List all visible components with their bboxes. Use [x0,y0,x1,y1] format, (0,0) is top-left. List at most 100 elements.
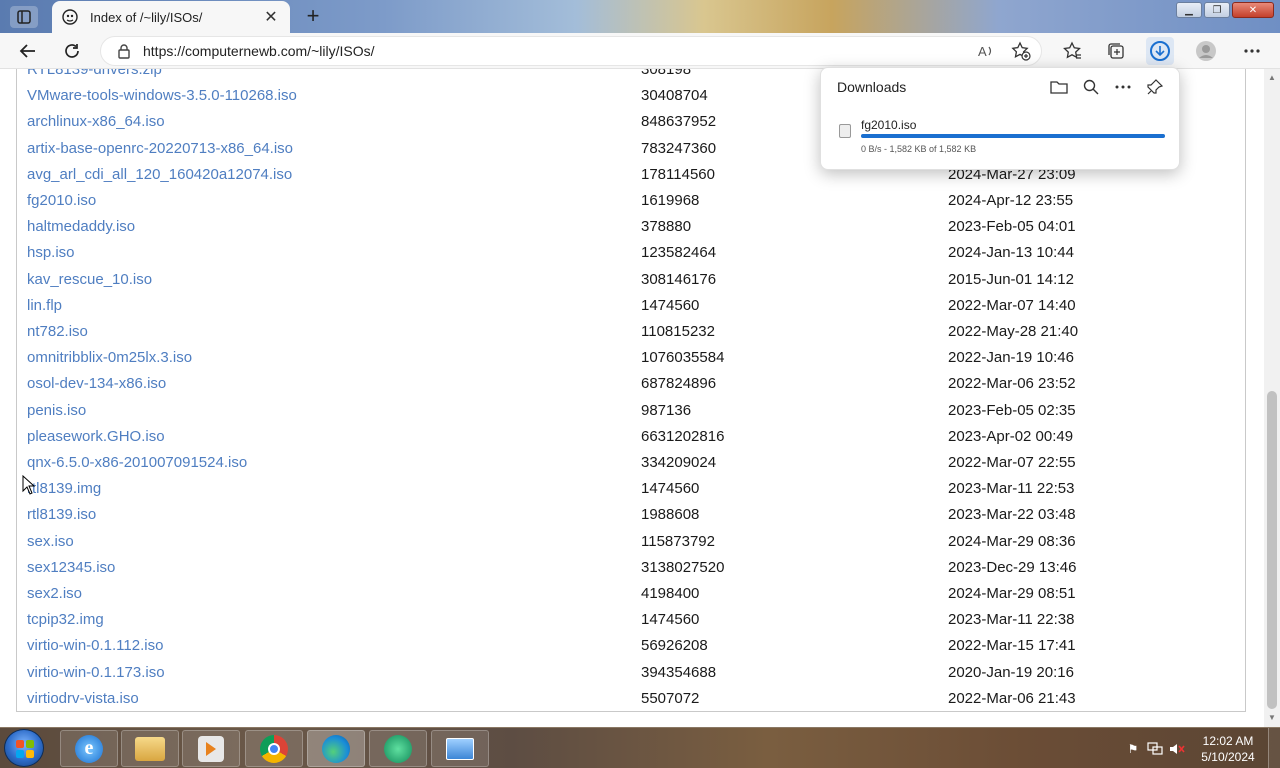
file-link[interactable]: fg2010.iso [27,188,96,214]
file-link[interactable]: kav_rescue_10.iso [27,267,152,293]
tab-actions-button[interactable] [10,6,38,28]
file-link[interactable]: qnx-6.5.0-x86-201007091524.iso [27,450,247,476]
file-date: 2024-Apr-12 23:55 [948,192,1074,209]
back-button[interactable] [14,37,42,65]
file-link[interactable]: pleasework.GHO.iso [27,424,165,450]
pin-button[interactable] [1143,76,1167,98]
download-item[interactable]: fg2010.iso 0 B/s - 1,582 KB of 1,582 KB [833,112,1169,156]
vertical-scrollbar[interactable]: ▲ ▼ [1264,69,1280,727]
file-link[interactable]: sex.iso [27,529,74,555]
file-link[interactable]: haltmedaddy.iso [27,214,135,240]
scrollbar-thumb[interactable] [1267,391,1277,709]
file-size: 4198400 [641,585,700,602]
file-link[interactable]: hsp.iso [27,240,75,266]
table-row: virtio-win-0.1.173.iso 394354688 2020-Jan-… [17,660,1245,686]
file-link[interactable]: avg_arl_cdi_all_120_160420a12074.iso [27,162,292,188]
read-aloud-icon: A [978,44,992,59]
minimize-button[interactable]: ▁ [1176,2,1202,18]
favorites-button[interactable] [1058,37,1086,65]
downloads-button[interactable] [1146,37,1174,65]
taskbar-media-player[interactable] [182,730,240,767]
table-row: sex2.iso 4198400 2024-Mar-29 08:51 [17,581,1245,607]
file-link[interactable]: virtiodrv-vista.iso [27,686,139,712]
taskbar-file-explorer[interactable] [121,730,179,767]
file-link[interactable]: artix-base-openrc-20220713-x86_64.iso [27,136,293,162]
windows-logo-icon [16,740,34,758]
download-status: 0 B/s - 1,582 KB of 1,582 KB [861,144,977,154]
file-link[interactable]: rtl8139.iso [27,502,96,528]
lock-icon[interactable] [117,43,131,59]
file-link[interactable]: penis.iso [27,398,86,424]
clock[interactable]: 12:02 AM 5/10/2024 [1188,733,1268,765]
address-bar[interactable]: https://computernewb.com/~lily/ISOs/ [100,36,1042,66]
file-size: 6631202816 [641,427,725,445]
file-date: 2020-Jan-19 20:16 [948,663,1074,681]
flag-icon[interactable]: ⚑ [1122,738,1144,760]
file-link[interactable]: sex12345.iso [27,555,115,581]
scroll-up-icon[interactable]: ▲ [1268,73,1276,82]
table-row: rtl8139.iso 1988608 2023-Mar-22 03:48 [17,502,1245,528]
scroll-down-icon[interactable]: ▼ [1268,713,1276,722]
read-aloud-button[interactable]: A [972,37,1000,65]
tab-active[interactable]: Index of /~lily/ISOs/ ✕ [52,1,290,33]
file-link[interactable]: VMware-tools-windows-3.5.0-110268.iso [27,83,297,109]
file-date: 2023-Dec-29 13:46 [948,558,1077,576]
download-filename[interactable]: fg2010.iso [861,118,916,132]
taskbar-control-panel[interactable] [431,730,489,767]
search-downloads-button[interactable] [1079,76,1103,98]
network-icon[interactable] [1144,738,1166,760]
file-date: 2022-Jan-19 10:46 [948,349,1074,367]
open-folder-button[interactable] [1047,76,1071,98]
table-row: qnx-6.5.0-x86-201007091524.iso 334209024 2… [17,450,1245,476]
settings-more-button[interactable] [1238,37,1266,65]
show-desktop-button[interactable] [1268,728,1280,768]
file-date: 2023-Mar-11 22:53 [948,480,1075,498]
new-tab-button[interactable]: + [300,3,326,28]
clock-date: 5/10/2024 [1201,749,1255,764]
file-date: 2022-Mar-06 23:52 [948,375,1076,393]
file-link[interactable]: virtio-win-0.1.173.iso [27,660,165,686]
profile-button[interactable] [1192,37,1220,65]
window-close-button[interactable]: ✕ [1232,2,1274,18]
file-size: 378880 [641,218,692,236]
file-size: 3138027520 [641,558,725,576]
file-link[interactable]: nt782.iso [27,319,88,345]
file-date: 2023-Mar-22 03:48 [948,506,1076,524]
file-link[interactable]: archlinux-x86_64.iso [27,109,165,135]
file-link[interactable]: tcpip32.img [27,607,104,633]
file-link[interactable]: lin.flp [27,293,62,319]
tab-close-button[interactable]: ✕ [262,8,280,26]
refresh-button[interactable] [58,37,86,65]
start-button[interactable] [4,729,44,767]
file-link[interactable]: osol-dev-134-x86.iso [27,371,166,397]
taskbar-chrome[interactable] [245,730,303,767]
collections-button[interactable] [1102,37,1130,65]
svg-text:A: A [978,44,987,59]
file-link[interactable]: RTL8139-drivers.zip [27,69,162,83]
maximize-button[interactable]: ❐ [1204,2,1230,18]
url-text[interactable]: https://computernewb.com/~lily/ISOs/ [143,43,374,59]
taskbar-app[interactable] [369,730,427,767]
taskbar-edge[interactable] [307,730,365,767]
file-date: 2022-Mar-07 14:40 [948,296,1076,314]
file-link[interactable]: omnitribblix-0m25lx.3.iso [27,345,192,371]
file-link[interactable]: virtio-win-0.1.112.iso [27,633,163,659]
downloads-title: Downloads [837,79,907,95]
file-link[interactable]: sex2.iso [27,581,82,607]
file-icon [839,124,851,138]
table-row: osol-dev-134-x86.iso 687824896 2022-Mar-06… [17,371,1245,397]
file-link[interactable]: rtl8139.img [27,476,101,502]
tab-actions-icon [17,10,31,24]
file-size: 1619968 [641,192,700,209]
file-size: 308146176 [641,270,717,288]
avatar [1196,41,1216,61]
taskbar-internet-explorer[interactable]: e [60,730,118,767]
file-date: 2022-Mar-15 17:41 [948,637,1076,655]
file-size: 334209024 [641,454,717,471]
collections-icon [1108,43,1124,59]
file-date: 2015-Jun-01 14:12 [948,270,1074,288]
volume-muted-icon[interactable] [1166,738,1188,760]
downloads-more-button[interactable] [1111,76,1135,98]
add-favorite-button[interactable] [1007,37,1035,65]
folder-icon [135,736,165,761]
